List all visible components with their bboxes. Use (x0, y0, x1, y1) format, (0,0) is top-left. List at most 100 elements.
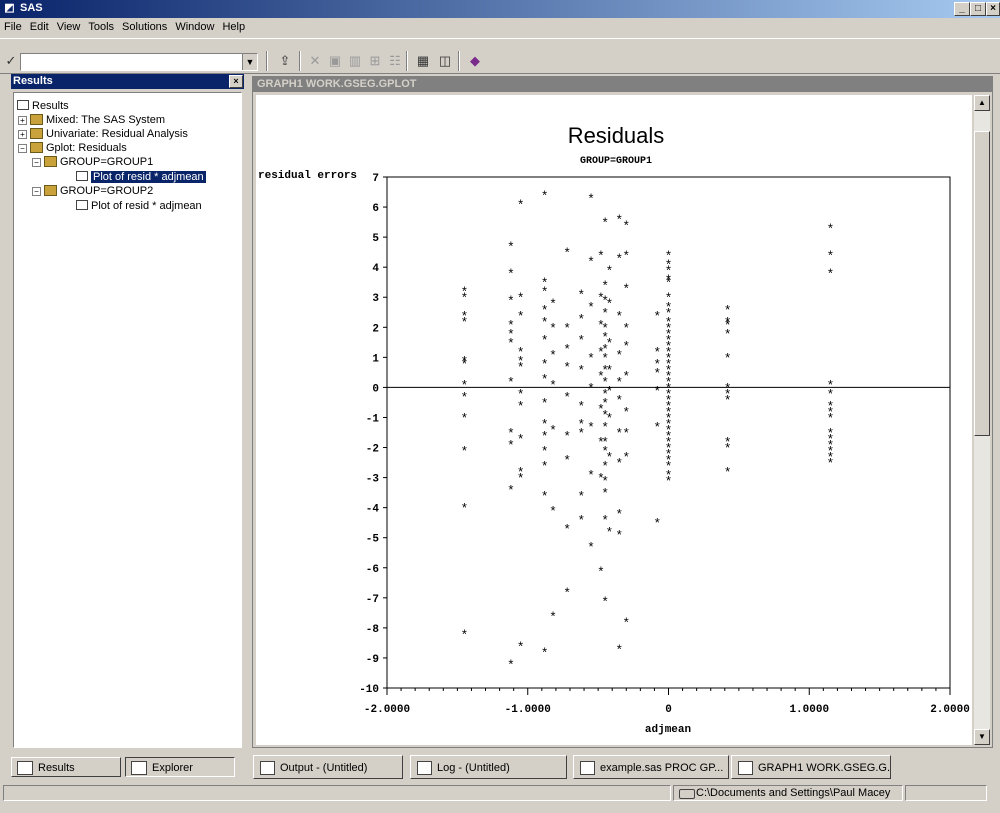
data-point: * (577, 490, 585, 505)
data-point: * (587, 300, 595, 315)
data-point: * (587, 541, 595, 556)
sas-app-icon: ◩ (4, 2, 15, 14)
data-point: * (724, 393, 732, 408)
menu-bar: File Edit View Tools Solutions Window Help (0, 18, 1000, 38)
data-point: * (605, 411, 613, 426)
graph-window-title: GRAPH1 WORK.GSEG.GPLOT (257, 78, 417, 90)
tree-label: Univariate: Residual Analysis (46, 128, 188, 140)
help-book-icon[interactable]: ◆ (466, 52, 484, 70)
data-point: * (665, 276, 673, 291)
explorer-icon[interactable]: ◫ (436, 52, 454, 70)
task-output[interactable]: Output - (Untitled) (253, 755, 403, 779)
command-dropdown-button[interactable]: ▼ (242, 54, 257, 70)
data-point: * (577, 333, 585, 348)
explorer-tab[interactable]: Explorer (125, 757, 235, 777)
graph-window: GRAPH1 WORK.GSEG.GPLOT Residuals GROUP=G… (252, 76, 993, 748)
data-point: * (549, 378, 557, 393)
tree-node-gplot[interactable]: Gplot: Residuals (30, 141, 127, 155)
menu-solutions[interactable]: Solutions (118, 18, 171, 33)
scroll-up-button[interactable]: ▲ (974, 95, 990, 111)
expand-icon[interactable]: + (18, 130, 27, 139)
data-point: * (541, 490, 549, 505)
data-point: * (605, 526, 613, 541)
menu-tools[interactable]: Tools (84, 18, 118, 33)
data-point: * (622, 321, 630, 336)
task-graph[interactable]: GRAPH1 WORK.GSEG.G... (731, 755, 891, 779)
collapse-icon[interactable]: − (32, 158, 41, 167)
tree-node-group2[interactable]: GROUP=GROUP2 (44, 184, 153, 198)
large-icons-icon[interactable]: ▥ (346, 52, 364, 70)
graph-icon[interactable]: ▦ (414, 52, 432, 70)
up-folder-icon[interactable]: ⇪ (276, 52, 294, 70)
tab-label: Results (38, 762, 75, 774)
data-point: * (665, 475, 673, 490)
tree-node-results[interactable]: Results (17, 99, 69, 113)
chart-subtitle: GROUP=GROUP1 (580, 156, 652, 167)
scroll-thumb[interactable] (974, 131, 990, 436)
data-point: * (622, 339, 630, 354)
data-point: * (622, 282, 630, 297)
tree-node-group2-plot[interactable]: Plot of resid * adjmean (76, 199, 202, 213)
maximize-button[interactable]: □ (970, 2, 986, 16)
data-point: * (622, 427, 630, 442)
graph-window-header[interactable]: GRAPH1 WORK.GSEG.GPLOT (253, 77, 992, 92)
data-point: * (601, 279, 609, 294)
results-header: Results × (11, 74, 244, 89)
x-tick-label: 1.0000 (789, 704, 829, 716)
menu-edit[interactable]: Edit (26, 18, 53, 33)
data-point: * (605, 264, 613, 279)
data-point: * (461, 390, 469, 405)
data-point: * (563, 523, 571, 538)
status-message (3, 785, 671, 801)
collapse-icon[interactable]: − (18, 144, 27, 153)
data-point: * (622, 405, 630, 420)
x-tick-label: -2.0000 (364, 704, 410, 716)
results-close-button[interactable]: × (229, 75, 243, 88)
data-point: * (826, 249, 834, 264)
tree-node-univariate[interactable]: Univariate: Residual Analysis (30, 127, 188, 141)
data-point: * (587, 255, 595, 270)
expand-icon[interactable]: + (18, 116, 27, 125)
data-point: * (549, 423, 557, 438)
scroll-down-button[interactable]: ▼ (974, 729, 990, 745)
menu-file[interactable]: File (0, 18, 26, 33)
data-point: * (541, 315, 549, 330)
tree-label: Mixed: The SAS System (46, 114, 166, 126)
tree-view-icon[interactable]: ⊞ (366, 52, 384, 70)
data-point: * (563, 430, 571, 445)
menu-view[interactable]: View (53, 18, 85, 33)
tree-node-group1-plot[interactable]: Plot of resid * adjmean (76, 170, 206, 184)
status-bar: C:\Documents and Settings\Paul Macey (0, 783, 1000, 813)
y-tick-label: -8 (366, 624, 380, 636)
data-point: * (615, 643, 623, 658)
scatter-chart: Residuals GROUP=GROUP1 residual errors a… (258, 123, 970, 736)
data-point: * (605, 363, 613, 378)
check-icon[interactable]: ✓ (2, 52, 20, 70)
vertical-scrollbar[interactable]: ▲ ▼ (974, 95, 990, 745)
command-box[interactable]: ▼ (20, 53, 258, 71)
collapse-icon[interactable]: − (32, 187, 41, 196)
tab-label: Explorer (152, 762, 193, 774)
data-point: * (826, 457, 834, 472)
details-icon[interactable]: ☷ (386, 52, 404, 70)
graph-item-icon (76, 171, 88, 181)
minimize-button[interactable]: _ (954, 2, 970, 16)
properties-icon[interactable]: ▣ (326, 52, 344, 70)
close-button[interactable]: × (986, 2, 1000, 16)
folder-icon (30, 114, 43, 125)
delete-icon[interactable]: ✕ (306, 52, 324, 70)
task-log[interactable]: Log - (Untitled) (410, 755, 567, 779)
window-title-bar[interactable]: ◩ SAS _ □ × (0, 0, 1000, 18)
task-label: GRAPH1 WORK.GSEG.G... (758, 762, 891, 774)
results-tab[interactable]: Results (11, 757, 121, 777)
menu-window[interactable]: Window (171, 18, 218, 33)
tree-node-group1[interactable]: GROUP=GROUP1 (44, 155, 153, 169)
data-point: * (724, 442, 732, 457)
menu-help[interactable]: Help (218, 18, 249, 33)
data-point: * (549, 610, 557, 625)
data-point: * (541, 189, 549, 204)
tree-node-mixed[interactable]: Mixed: The SAS System (30, 113, 165, 127)
task-program[interactable]: example.sas PROC GP... (573, 755, 729, 779)
y-tick-label: -3 (366, 474, 380, 486)
results-tab-icon (17, 761, 33, 775)
